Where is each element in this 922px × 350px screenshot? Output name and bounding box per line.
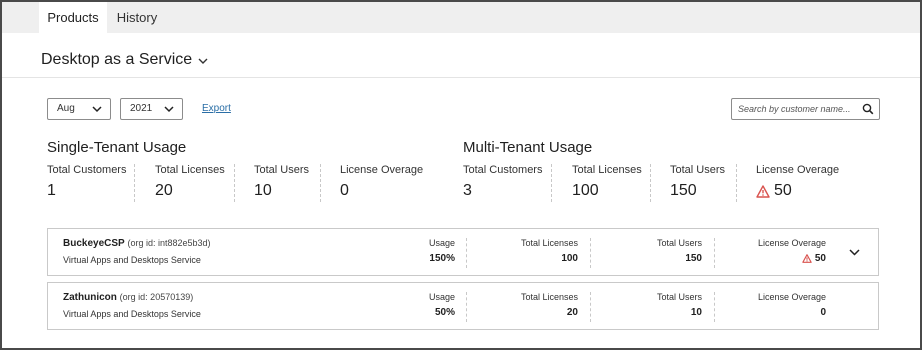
licenses-metric: Total Licenses 100 [521, 238, 578, 264]
warning-triangle-icon [802, 254, 812, 263]
search-input[interactable] [738, 102, 858, 116]
year-select[interactable]: 2021 [120, 98, 183, 120]
single-license-overage: License Overage 0 [340, 164, 423, 204]
stat-label: Total Licenses [155, 164, 225, 176]
divider [320, 164, 321, 202]
overage-metric: License Overage 0 [758, 292, 826, 318]
org-id: (org id: 20570139) [119, 292, 194, 302]
search-icon[interactable] [862, 103, 874, 115]
year-value: 2021 [130, 103, 153, 114]
stat-label: Total Customers [47, 164, 127, 176]
warning-triangle-icon [756, 184, 770, 198]
metric-value: 20 [566, 307, 578, 318]
divider [650, 164, 651, 202]
single-tenant-title: Single-Tenant Usage [47, 139, 187, 156]
divider [2, 77, 920, 78]
stat-value: 0 [340, 182, 349, 199]
metric-value: 100 [561, 253, 578, 264]
customer-search [731, 98, 880, 120]
org-id: (org id: int882e5b3d) [127, 238, 211, 248]
customer-name: Zathunicon (org id: 20570139) [63, 292, 194, 303]
metric-label: License Overage [757, 292, 826, 302]
expand-chevron-icon[interactable] [849, 249, 860, 256]
metric-label: License Overage [757, 238, 826, 248]
customer-card: BuckeyeCSP (org id: int882e5b3d) Virtual… [47, 228, 879, 276]
users-metric: Total Users 150 [657, 238, 702, 264]
divider [134, 164, 135, 202]
chevron-down-icon [164, 106, 174, 113]
single-total-customers: Total Customers 1 [47, 164, 126, 204]
stat-label: Total Customers [463, 164, 543, 176]
metric-label: Total Licenses [520, 238, 578, 248]
tab-bar: Products History [2, 2, 920, 33]
customer-card: Zathunicon (org id: 20570139) Virtual Ap… [47, 282, 879, 330]
divider [714, 238, 715, 268]
metric-label: Usage [428, 292, 455, 302]
metric-label: Total Users [656, 292, 702, 302]
licenses-metric: Total Licenses 20 [521, 292, 578, 318]
stat-value: 10 [254, 182, 272, 199]
multi-total-customers: Total Customers 3 [463, 164, 542, 204]
metric-value: 0 [820, 307, 826, 318]
stat-value: 150 [670, 182, 697, 199]
stat-value: 20 [155, 182, 173, 199]
users-metric: Total Users 10 [657, 292, 702, 318]
usage-metric: Usage 50% [429, 292, 455, 318]
usage-metric: Usage 150% [429, 238, 455, 264]
metric-value: 50% [434, 307, 455, 318]
metric-label: Usage [428, 238, 455, 248]
stat-label: License Overage [340, 164, 424, 176]
stat-label: Total Licenses [572, 164, 642, 176]
export-link[interactable]: Export [202, 103, 231, 114]
divider [466, 292, 467, 322]
single-total-licenses: Total Licenses 20 [155, 164, 225, 204]
metric-value: 50 [758, 253, 826, 264]
service-selector[interactable]: Desktop as a Service [41, 51, 208, 69]
metric-label: Total Users [656, 238, 702, 248]
metric-label: Total Licenses [520, 292, 578, 302]
customer-service: Virtual Apps and Desktops Service [63, 309, 201, 319]
month-value: Aug [57, 103, 75, 114]
metric-value: 150% [429, 253, 455, 264]
month-select[interactable]: Aug [47, 98, 111, 120]
single-total-users: Total Users 10 [254, 164, 309, 204]
stat-label: Total Users [670, 164, 726, 176]
multi-tenant-title: Multi-Tenant Usage [463, 139, 593, 156]
divider [234, 164, 235, 202]
divider [714, 292, 715, 322]
stat-label: License Overage [756, 164, 840, 176]
multi-license-overage: License Overage 50 [756, 164, 839, 204]
divider [590, 292, 591, 322]
divider [551, 164, 552, 202]
service-title: Desktop as a Service [41, 51, 193, 68]
stat-value: 3 [463, 182, 472, 199]
multi-total-licenses: Total Licenses 100 [572, 164, 642, 204]
overage-metric: License Overage 50 [758, 238, 826, 264]
stat-value: 100 [572, 182, 599, 199]
divider [590, 238, 591, 268]
chevron-down-icon [92, 106, 102, 113]
stat-value: 50 [756, 182, 839, 200]
tab-history[interactable]: History [107, 2, 167, 33]
stat-value: 1 [47, 182, 56, 199]
metric-value: 10 [690, 307, 702, 318]
multi-total-users: Total Users 150 [670, 164, 725, 204]
divider [466, 238, 467, 268]
customer-name: BuckeyeCSP (org id: int882e5b3d) [63, 238, 211, 249]
customer-service: Virtual Apps and Desktops Service [63, 255, 201, 265]
stat-label: Total Users [254, 164, 310, 176]
tab-products[interactable]: Products [39, 2, 107, 33]
app-frame: Products History Desktop as a Service Au… [0, 0, 922, 350]
chevron-down-icon [198, 58, 208, 64]
metric-value: 150 [685, 253, 702, 264]
divider [736, 164, 737, 202]
